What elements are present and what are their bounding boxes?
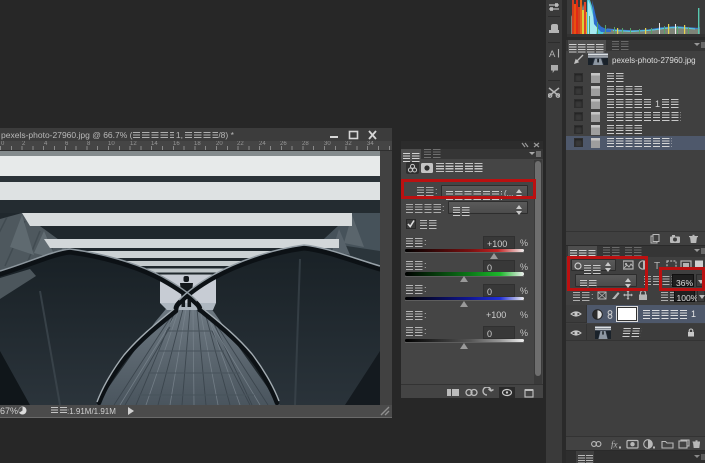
svg-text:A: A <box>549 49 556 59</box>
svg-text:fx: fx <box>611 440 618 450</box>
